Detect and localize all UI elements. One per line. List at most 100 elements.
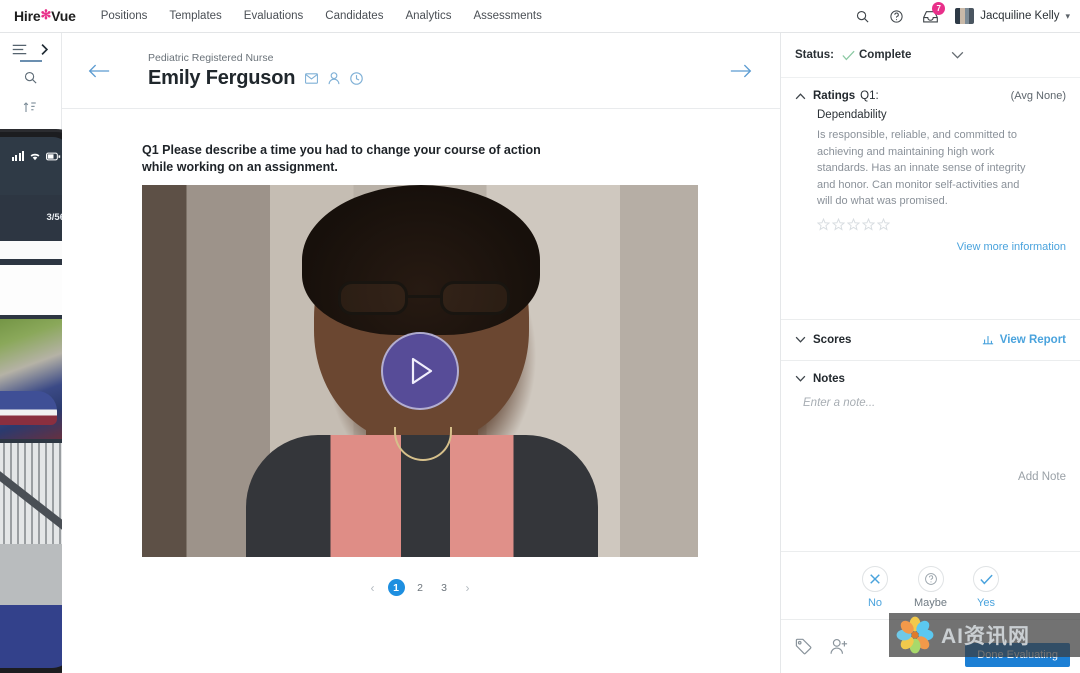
nav-item-templates[interactable]: Templates xyxy=(158,10,232,22)
ratings-average: (Avg None) xyxy=(1010,90,1066,102)
wifi-icon xyxy=(30,153,40,161)
candidate-info: Pediatric Registered Nurse Emily Ferguso… xyxy=(148,51,364,90)
main-content: Q1 Please describe a time you had to cha… xyxy=(62,109,780,673)
nav-item-candidates[interactable]: Candidates xyxy=(314,10,394,22)
pagination-next[interactable]: › xyxy=(460,581,476,595)
nav-item-positions[interactable]: Positions xyxy=(90,10,159,22)
search-icon[interactable] xyxy=(853,7,871,25)
decision-maybe-button[interactable]: Maybe xyxy=(914,566,947,609)
logo-text-post: Vue xyxy=(51,8,76,24)
close-icon xyxy=(861,566,888,592)
logo-text-pre: Hire xyxy=(14,8,41,24)
nav-right-actions: 7 Jacquiline Kelly ▾ xyxy=(853,2,1080,25)
status-bar: Status: Complete xyxy=(781,33,1080,78)
notification-badge: 7 xyxy=(932,2,946,15)
notifications-inbox-icon[interactable]: 7 xyxy=(921,2,946,25)
competency-name: Dependability xyxy=(817,109,887,121)
decision-no-label: No xyxy=(867,597,883,609)
view-more-information-link[interactable]: View more information xyxy=(795,241,1066,253)
pagination: ‹ 1 2 3 › xyxy=(142,579,698,596)
candidate-name-row: Emily Ferguson xyxy=(148,66,364,90)
ratings-title: Ratings xyxy=(813,90,856,102)
pagination-page-3[interactable]: 3 xyxy=(436,579,453,596)
mail-icon[interactable] xyxy=(305,72,319,84)
status-chevron-down-icon[interactable] xyxy=(951,51,964,59)
list-icon[interactable] xyxy=(12,43,27,56)
user-menu[interactable]: Jacquiline Kelly ▾ xyxy=(955,8,1070,24)
notes-title: Notes xyxy=(813,372,845,385)
user-name: Jacquiline Kelly xyxy=(980,10,1060,22)
scores-title: Scores xyxy=(813,333,852,346)
chevron-right-icon[interactable] xyxy=(39,43,50,56)
ratings-spacer xyxy=(781,263,1080,319)
pagination-prev[interactable]: ‹ xyxy=(365,581,381,595)
done-evaluating-button[interactable]: Done Evaluating xyxy=(965,643,1070,667)
back-arrow-icon[interactable] xyxy=(88,63,110,79)
ratings-header: Ratings Q1: (Avg None) xyxy=(795,90,1066,102)
pagination-page-1[interactable]: 1 xyxy=(387,579,405,596)
candidate-role: Pediatric Registered Nurse xyxy=(148,51,274,64)
nav-item-assessments[interactable]: Assessments xyxy=(462,10,552,22)
hirevue-evaluation-page: Hire ✻ Vue Positions Templates Evaluations… xyxy=(0,0,1080,673)
status-label: Status: xyxy=(795,49,834,61)
video-player[interactable] xyxy=(142,185,698,557)
ratings-section: Ratings Q1: (Avg None) Dependability Is … xyxy=(781,78,1080,263)
logo-star-icon: ✻ xyxy=(40,7,52,22)
decision-yes-label: Yes xyxy=(977,597,995,609)
video-candidate-glasses xyxy=(338,281,510,315)
pagination-page-2[interactable]: 2 xyxy=(412,579,429,596)
rail-filter-icon[interactable] xyxy=(0,92,61,122)
competency-description: Is responsible, reliable, and committed … xyxy=(817,129,1026,207)
nav-item-evaluations[interactable]: Evaluations xyxy=(233,10,314,22)
nav-items: Positions Templates Evaluations Candidat… xyxy=(90,10,553,22)
bar-chart-icon xyxy=(982,334,994,345)
star-icon-4 xyxy=(862,217,875,231)
star-icon-5 xyxy=(877,217,890,231)
question-circle-icon xyxy=(917,566,944,592)
decision-buttons: No Maybe Yes xyxy=(781,551,1080,619)
star-icon-3 xyxy=(847,217,860,231)
avatar xyxy=(955,8,975,24)
panel-footer: Done Evaluating xyxy=(781,619,1080,673)
help-circle-icon[interactable] xyxy=(887,7,905,25)
notes-header: Notes xyxy=(795,373,1066,385)
scores-chevron-down-icon[interactable] xyxy=(795,336,806,343)
notes-chevron-down-icon[interactable] xyxy=(795,375,806,382)
star-rating[interactable] xyxy=(817,217,1066,231)
rail-top-row xyxy=(0,33,61,56)
check-icon xyxy=(842,50,855,61)
check-icon xyxy=(973,566,1000,592)
cellular-signal-icon xyxy=(11,151,24,161)
view-report-label: View Report xyxy=(999,333,1066,346)
clock-icon[interactable] xyxy=(350,71,364,85)
evaluation-panel: Status: Complete Ratings Q1: (Avg None) … xyxy=(780,33,1080,673)
person-icon[interactable] xyxy=(328,71,340,85)
forward-arrow-icon[interactable] xyxy=(730,63,752,79)
note-input[interactable] xyxy=(803,396,1074,469)
ratings-question-label: Q1: xyxy=(860,90,879,102)
view-report-link[interactable]: View Report xyxy=(982,334,1066,346)
interview-question-text: Q1 Please describe a time you had to cha… xyxy=(142,143,541,174)
notes-area: Add Note xyxy=(781,385,1080,551)
status-badge: Complete xyxy=(858,49,912,61)
rail-search-icon[interactable] xyxy=(0,62,61,92)
star-icon-2 xyxy=(832,217,845,231)
scores-section: Scores View Report xyxy=(781,320,1080,360)
decision-yes-button[interactable]: Yes xyxy=(973,566,1000,609)
top-navigation-bar: Hire ✻ Vue Positions Templates Evaluations… xyxy=(0,0,1080,33)
hirevue-logo[interactable]: Hire ✻ Vue xyxy=(14,7,76,24)
add-note-button[interactable]: Add Note xyxy=(795,469,1066,495)
star-icon-1 xyxy=(817,217,830,231)
decision-no-button[interactable]: No xyxy=(861,566,888,609)
battery-icon xyxy=(46,152,61,161)
page-title: Emily Ferguson xyxy=(148,66,296,89)
chevron-down-icon: ▾ xyxy=(1065,10,1070,21)
candidate-header: Pediatric Registered Nurse Emily Ferguso… xyxy=(62,33,780,109)
notes-header-row: Notes xyxy=(781,361,1080,385)
ratings-chevron-up-icon[interactable] xyxy=(795,92,806,100)
add-user-icon[interactable] xyxy=(830,638,848,655)
decision-maybe-label: Maybe xyxy=(913,597,948,609)
play-icon[interactable] xyxy=(381,332,459,410)
nav-item-analytics[interactable]: Analytics xyxy=(394,10,462,22)
tag-icon[interactable] xyxy=(795,638,812,655)
